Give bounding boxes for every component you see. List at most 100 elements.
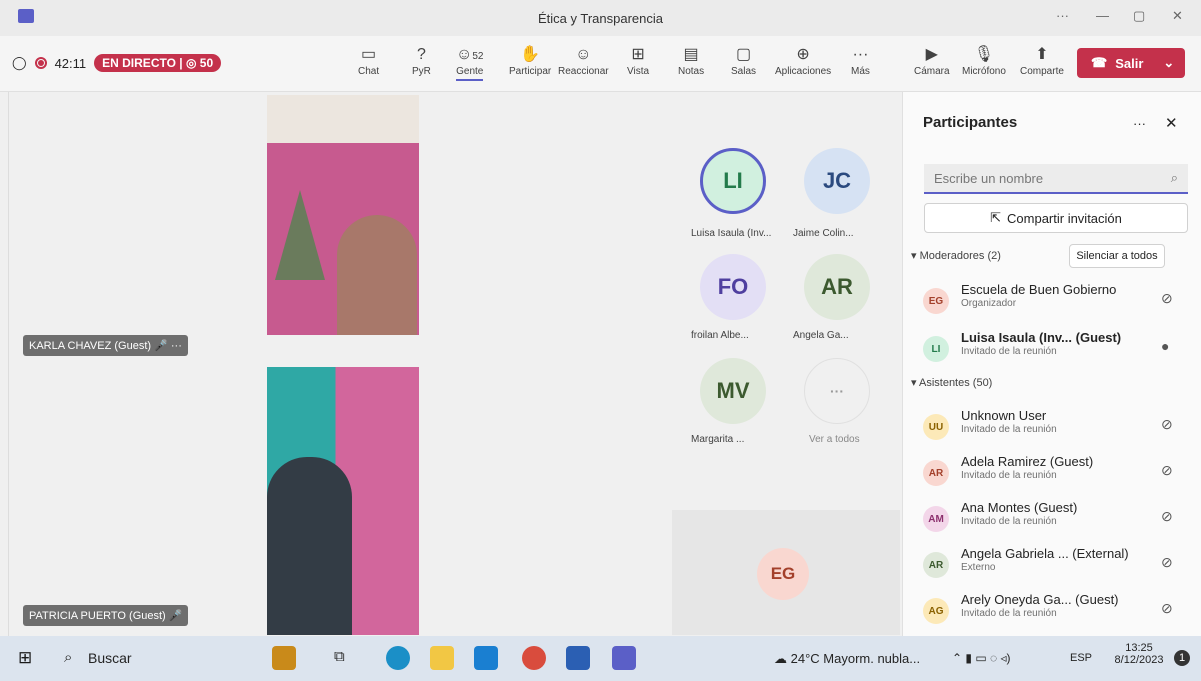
share-icon: ⇱ xyxy=(990,210,1002,225)
mic-off-icon: ⊘ xyxy=(1161,416,1173,432)
avatar-label: Luisa Isaula (Inv... xyxy=(691,228,772,239)
list-item[interactable]: AR Angela Gabriela ... (External) Extern… xyxy=(923,546,1183,584)
teams-icon[interactable] xyxy=(612,646,636,670)
person-shape xyxy=(267,457,352,635)
share-invite-button[interactable]: ⇱ Compartir invitación xyxy=(924,203,1188,233)
weather-widget[interactable]: ☁ 24°C Mayorm. nubla... xyxy=(774,651,920,667)
participant-nametag: KARLA CHAVEZ (Guest) 🎤 ··· xyxy=(23,335,188,356)
edge-icon[interactable] xyxy=(386,646,410,670)
video-tile xyxy=(267,95,419,335)
mic-off-icon: ⊘ xyxy=(1161,508,1173,524)
search-icon[interactable]: ⌕ xyxy=(64,649,72,666)
react-button[interactable]: ☺ Reaccionar xyxy=(558,44,609,77)
avatar[interactable]: JC xyxy=(804,148,870,214)
meeting-toolbar: ◯ 42:11 EN DIRECTO | ◎ 50 ▭ Chat ? PyR ☺52… xyxy=(0,36,1201,92)
participant-role: Invitado de la reunión xyxy=(961,424,1057,435)
list-item[interactable]: LI Luisa Isaula (Inv... (Guest) Invitado… xyxy=(923,330,1183,368)
avatar: EG xyxy=(757,548,809,600)
taskbar-search[interactable]: Buscar xyxy=(88,650,132,666)
chevron-down-icon[interactable]: ⌄ xyxy=(1163,55,1174,71)
apps-icon: ⊕ xyxy=(796,46,810,63)
language-indicator[interactable]: ESP xyxy=(1070,652,1092,664)
avatar-label: froilan Albe... xyxy=(691,330,749,341)
avatar[interactable]: FO xyxy=(700,254,766,320)
list-item[interactable]: UU Unknown User Invitado de la reunión ⊘ xyxy=(923,408,1183,446)
mic-off-icon: ⊘ xyxy=(1161,462,1173,478)
participant-role: Invitado de la reunión xyxy=(961,516,1057,527)
chrome-icon[interactable] xyxy=(522,646,546,670)
more-icon[interactable]: ··· xyxy=(1056,8,1069,23)
avatar: AR xyxy=(923,460,949,486)
meeting-timer: 42:11 xyxy=(54,55,87,71)
share-icon: ⬆ xyxy=(1035,46,1049,63)
list-item[interactable]: AM Ana Montes (Guest) Invitado de la reu… xyxy=(923,500,1183,538)
video-stage: KARLA CHAVEZ (Guest) 🎤 ··· PATRICIA PUER… xyxy=(8,92,901,636)
mute-all-button[interactable]: Silenciar a todos xyxy=(1069,244,1165,268)
panel-title: Participantes xyxy=(923,114,1018,131)
share-button[interactable]: ⬆ Comparte xyxy=(1020,44,1064,77)
minimize-button[interactable]: — xyxy=(1096,8,1109,23)
clock[interactable]: 13:25 8/12/2023 xyxy=(1114,642,1164,666)
participant-nametag: PATRICIA PUERTO (Guest) 🎤 xyxy=(23,605,189,626)
file-explorer-icon[interactable] xyxy=(430,646,454,670)
windows-start-icon[interactable]: ⊞ xyxy=(18,648,32,668)
avatar[interactable]: AR xyxy=(804,254,870,320)
avatar: EG xyxy=(923,288,949,314)
camera-button[interactable]: ▶ Cámara xyxy=(914,44,950,77)
list-item[interactable]: AR Adela Ramirez (Guest) Invitado de la … xyxy=(923,454,1183,492)
notes-button[interactable]: ▤ Notas xyxy=(678,44,704,77)
smile-icon: ☺ xyxy=(575,46,592,63)
person-shape xyxy=(337,215,417,335)
participant-name: Ana Montes (Guest) xyxy=(961,500,1078,515)
hand-icon: ✋ xyxy=(520,46,541,63)
briefcase-icon[interactable] xyxy=(272,646,296,670)
mic-off-icon: ⊘ xyxy=(1161,290,1173,306)
participant-role: Invitado de la reunión xyxy=(961,470,1057,481)
maximize-button[interactable]: ▢ xyxy=(1133,8,1145,24)
more-button[interactable]: ··· Más xyxy=(851,44,870,77)
chat-button[interactable]: ▭ Chat xyxy=(358,44,379,77)
avatar-label: Margarita ... xyxy=(691,434,745,445)
mic-off-icon: ⊘ xyxy=(1161,600,1173,616)
window-title: Ética y Transparencia xyxy=(537,11,663,26)
more-icon[interactable]: ··· xyxy=(1133,116,1146,131)
view-button[interactable]: ⊞ Vista xyxy=(627,44,649,77)
qa-icon: ? xyxy=(417,46,426,63)
mic-off-icon: ⊘ xyxy=(1161,554,1173,570)
apps-button[interactable]: ⊕ Aplicaciones xyxy=(775,44,831,77)
avatar-label: Jaime Colin... xyxy=(793,228,854,239)
tree-shape xyxy=(275,190,325,280)
people-button[interactable]: ☺52 Gente xyxy=(456,44,484,81)
mail-icon[interactable] xyxy=(474,646,498,670)
close-button[interactable]: ✕ xyxy=(1172,8,1183,24)
notification-badge[interactable]: 1 xyxy=(1174,650,1190,666)
word-icon[interactable] xyxy=(566,646,590,670)
close-icon[interactable]: ✕ xyxy=(1165,114,1178,132)
mic-icon: ● xyxy=(1161,338,1170,354)
rooms-button[interactable]: ▢ Salas xyxy=(731,44,756,77)
participant-role: Invitado de la reunión xyxy=(961,608,1057,619)
participant-role: Externo xyxy=(961,562,996,573)
see-all-label[interactable]: Ver a todos xyxy=(809,434,860,445)
leave-button[interactable]: ☎ Salir ⌄ xyxy=(1077,48,1185,78)
avatar: UU xyxy=(923,414,949,440)
phone-icon: ☎ xyxy=(1091,55,1108,70)
video-tile: EG xyxy=(672,510,900,635)
participant-role: Organizador xyxy=(961,298,1017,309)
video-tile xyxy=(267,367,419,635)
avatar: AM xyxy=(923,506,949,532)
raise-hand-button[interactable]: ✋ Participar xyxy=(509,44,551,77)
list-item[interactable]: AG Arely Oneyda Ga... (Guest) Invitado d… xyxy=(923,592,1183,630)
task-view-icon[interactable]: ⧉ xyxy=(334,648,345,665)
tray-icons[interactable]: ⌃ ▮ ▭ ◌ ◃) xyxy=(952,651,1010,665)
avatar[interactable]: LI xyxy=(700,148,766,214)
search-input[interactable]: Escribe un nombre ⌕ xyxy=(924,164,1188,194)
avatar: AG xyxy=(923,598,949,624)
qa-button[interactable]: ? PyR xyxy=(412,44,431,77)
avatar[interactable]: MV xyxy=(700,358,766,424)
mic-button[interactable]: 🎙 Micrófono xyxy=(962,44,1006,77)
list-item[interactable]: EG Escuela de Buen Gobierno Organizador … xyxy=(923,282,1183,320)
see-all-button[interactable]: ··· xyxy=(804,358,870,424)
attendees-header[interactable]: ▾ Asistentes (50) xyxy=(911,376,992,389)
moderators-header[interactable]: ▾ Moderadores (2) xyxy=(911,249,1001,262)
